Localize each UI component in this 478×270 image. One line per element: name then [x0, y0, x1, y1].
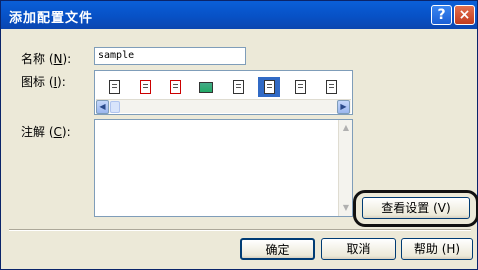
scroll-left-icon[interactable]: ◀	[96, 100, 109, 114]
notes-vscrollbar[interactable]: ▲ ▼	[338, 120, 352, 216]
doc-grid-icon-selected[interactable]	[258, 77, 280, 97]
doc-lines-icon[interactable]	[103, 77, 125, 97]
icon-hscrollbar[interactable]: ◀ ▶	[96, 99, 351, 114]
close-icon[interactable]: ×	[454, 5, 475, 25]
doc-text-icon[interactable]	[320, 77, 342, 97]
dialog-title: 添加配置文件	[9, 11, 94, 26]
doc-red-icon[interactable]	[134, 77, 156, 97]
icon-label: 图标 (I):	[21, 75, 66, 89]
scroll-thumb[interactable]	[110, 101, 120, 113]
divider	[9, 229, 471, 231]
help-icon[interactable]: ?	[431, 5, 452, 25]
name-label: 名称 (N):	[21, 52, 72, 66]
doc-plain-icon[interactable]	[227, 77, 249, 97]
scroll-down-icon[interactable]: ▼	[340, 202, 352, 214]
scroll-up-icon[interactable]: ▲	[340, 122, 352, 134]
add-profile-dialog: 添加配置文件 ? × 名称 (N): sample 图标 (I): ◀ ▶ 注解…	[0, 0, 478, 270]
icon-list[interactable]: ◀ ▶	[94, 70, 353, 115]
ok-button[interactable]: 确定	[240, 238, 315, 260]
doc-graphic-icon[interactable]	[164, 77, 186, 97]
cancel-button[interactable]: 取消	[321, 238, 396, 260]
help-button[interactable]: 帮助 (H)	[401, 238, 473, 260]
titlebar[interactable]: 添加配置文件 ? ×	[1, 1, 477, 29]
image-icon[interactable]	[195, 77, 217, 97]
name-input[interactable]: sample	[94, 47, 246, 65]
notes-label: 注解 (C):	[21, 125, 71, 139]
notes-textarea[interactable]: ▲ ▼	[94, 119, 353, 217]
view-settings-button[interactable]: 查看设置 (V)	[362, 197, 470, 219]
scroll-right-icon[interactable]: ▶	[337, 100, 350, 114]
doc-pen-icon[interactable]	[289, 77, 311, 97]
